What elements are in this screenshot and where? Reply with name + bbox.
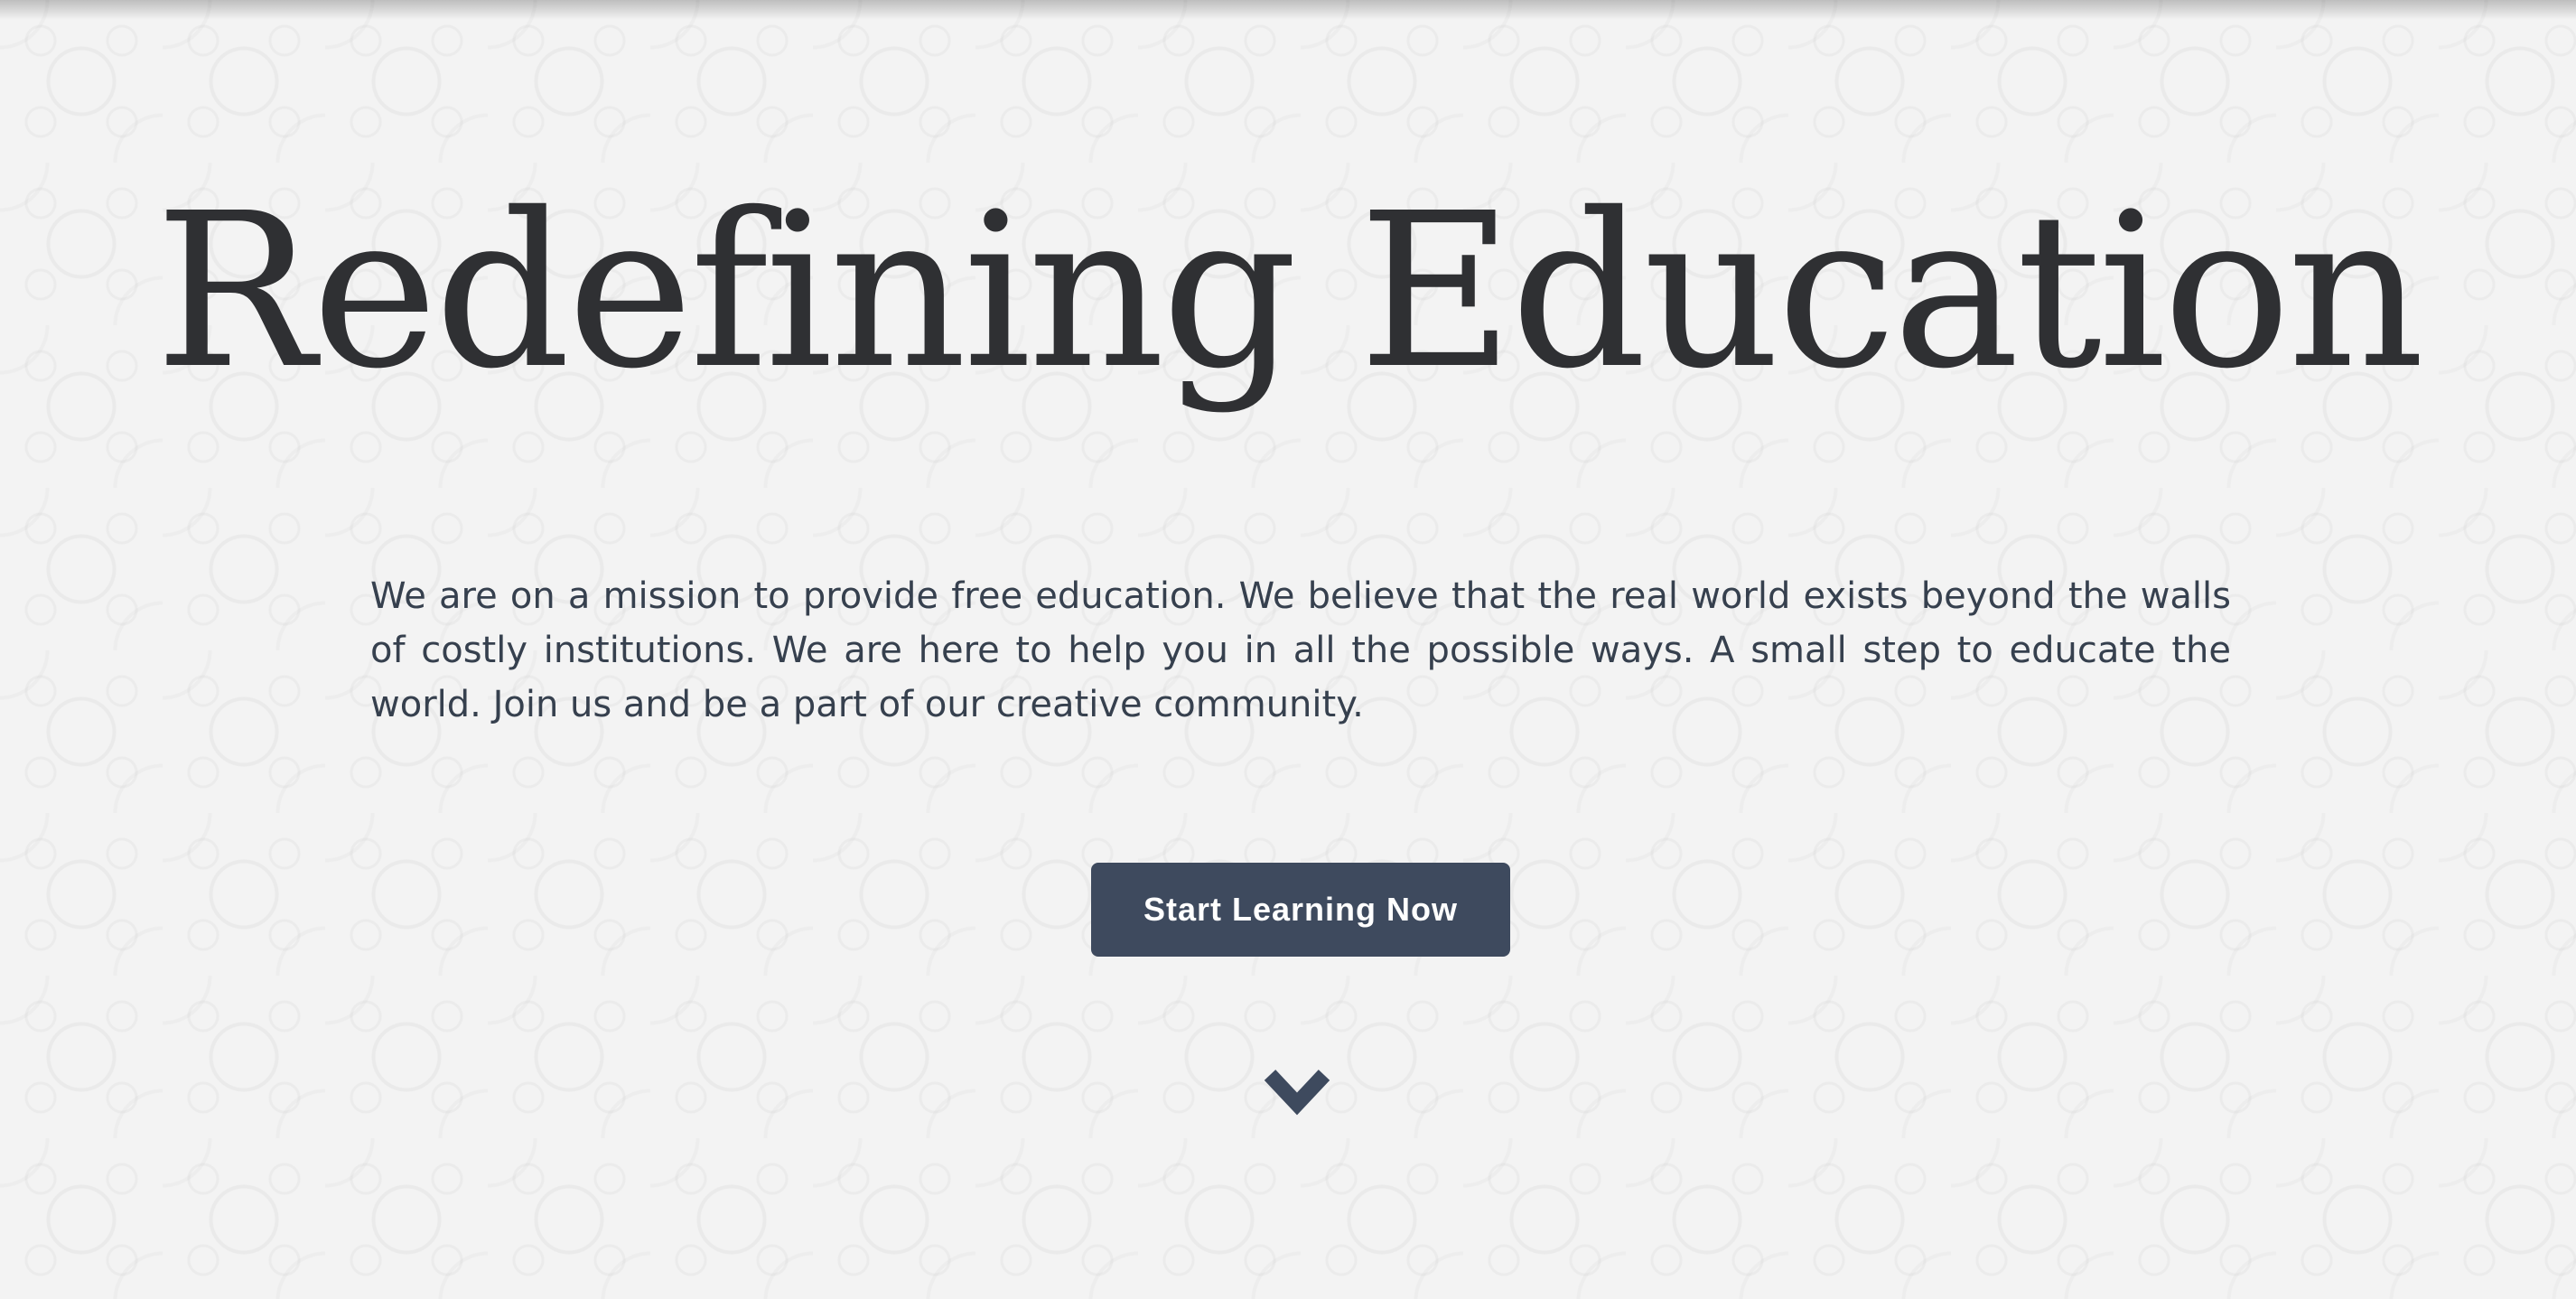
- hero-section: Redefining Education We are on a mission…: [0, 0, 2576, 1299]
- hero-title: Redefining Education: [154, 167, 2424, 416]
- scroll-down-button[interactable]: [1261, 1064, 1333, 1118]
- start-learning-button[interactable]: Start Learning Now: [1091, 863, 1510, 957]
- chevron-down-icon: [1264, 1070, 1330, 1116]
- hero-description: We are on a mission to provide free educ…: [370, 575, 2231, 725]
